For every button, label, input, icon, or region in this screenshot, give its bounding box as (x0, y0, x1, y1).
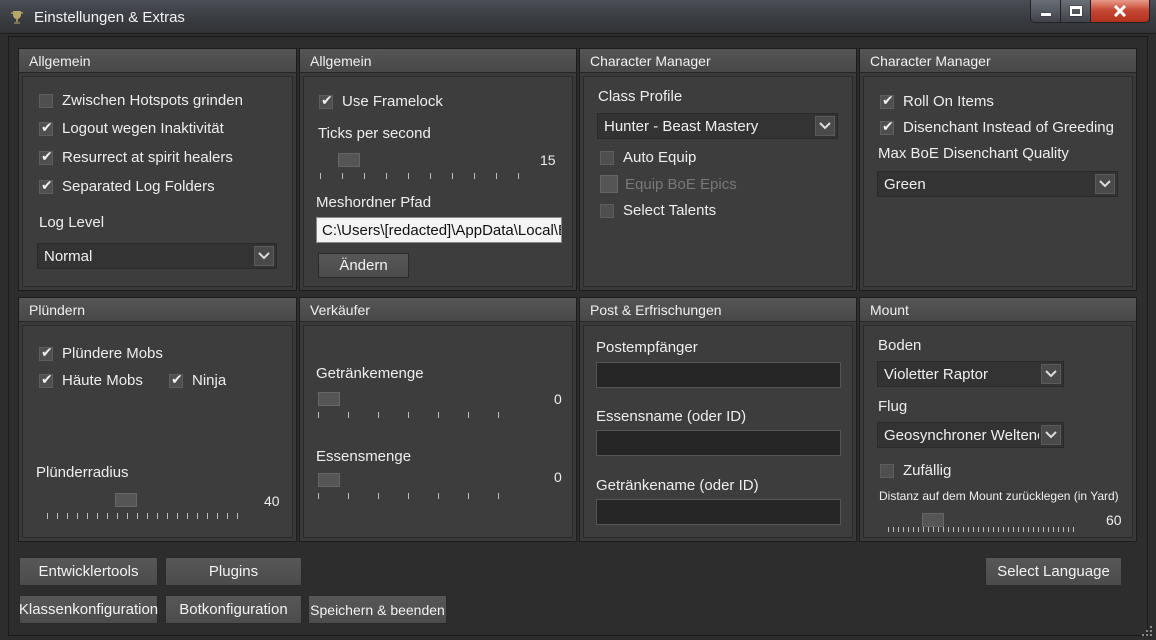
mesh-folder-label: Meshordner Pfad (316, 194, 432, 211)
panel-header: Allgemein (19, 49, 296, 73)
developer-tools-button[interactable]: Entwicklertools (19, 557, 158, 586)
random-mount-checkbox[interactable]: Zufällig (880, 462, 951, 479)
drink-amount-label: Getränkemenge (316, 365, 424, 382)
select-language-button[interactable]: Select Language (985, 557, 1122, 586)
title-bar: Einstellungen & Extras (0, 0, 1156, 34)
food-amount-slider[interactable] (318, 473, 528, 503)
roll-on-items-checkbox[interactable]: Roll On Items (880, 93, 994, 110)
ticks-per-second-slider[interactable] (320, 153, 520, 183)
minimize-icon (1040, 13, 1051, 16)
loot-radius-label: Plünderradius (36, 464, 129, 481)
slider-thumb[interactable] (338, 153, 360, 167)
ground-mount-label: Boden (878, 337, 922, 354)
mail-refreshments-panel: Post & Erfrischungen Postempfänger Essen… (579, 297, 857, 542)
window-controls (1030, 0, 1150, 23)
loot-mobs-checkbox[interactable]: Plündere Mobs (39, 345, 163, 362)
panel-header: Post & Erfrischungen (580, 298, 856, 322)
slider-thumb[interactable] (115, 493, 137, 507)
trophy-icon (11, 11, 23, 24)
food-amount-value: 0 (554, 469, 562, 485)
ticks-per-second-value: 15 (540, 152, 556, 168)
chevron-down-icon (1041, 425, 1061, 445)
flying-mount-label: Flug (878, 398, 908, 415)
mount-distance-label: Distanz auf dem Mount zurücklegen (in Ya… (879, 489, 1119, 503)
close-button[interactable] (1091, 0, 1149, 22)
drink-name-label: Getränkename (oder ID) (596, 477, 759, 494)
panel-header: Character Manager (860, 49, 1136, 73)
resize-grip-icon[interactable] (1142, 626, 1152, 636)
mail-recipient-label: Postempfänger (596, 339, 698, 356)
chevron-down-icon (254, 246, 274, 266)
panel-header: Mount (860, 298, 1136, 322)
drink-name-field[interactable] (596, 499, 841, 525)
mount-panel: Mount Boden Violetter Raptor Flug Geosyn… (859, 297, 1137, 542)
skin-mobs-checkbox[interactable]: Häute Mobs (39, 372, 143, 389)
grind-between-hotspots-checkbox[interactable]: Zwischen Hotspots grinden (39, 92, 243, 109)
food-amount-label: Essensmenge (316, 448, 412, 465)
mount-distance-slider[interactable] (888, 513, 1078, 543)
auto-equip-checkbox[interactable]: Auto Equip (600, 149, 696, 166)
close-icon (1113, 5, 1127, 17)
slider-thumb[interactable] (922, 513, 944, 527)
separated-log-folders-checkbox[interactable]: Separated Log Folders (39, 178, 215, 195)
ticks-per-second-label: Ticks per second (318, 125, 431, 142)
equip-boe-epics-checkbox[interactable]: Equip BoE Epics (600, 175, 737, 193)
panel-header: Character Manager (580, 49, 856, 73)
loot-radius-slider[interactable] (47, 493, 247, 523)
logout-inactivity-checkbox[interactable]: Logout wegen Inaktivität (39, 120, 224, 137)
max-boe-quality-label: Max BoE Disenchant Quality (878, 145, 1069, 162)
panel-header: Plündern (19, 298, 296, 322)
save-and-exit-button[interactable]: Speichern & beenden (308, 595, 447, 624)
food-name-label: Essensname (oder ID) (596, 408, 747, 425)
class-profile-select[interactable]: Hunter - Beast Mastery (597, 113, 838, 139)
chevron-down-icon (1095, 174, 1115, 194)
panel-header: Allgemein (300, 49, 576, 73)
chevron-down-icon (815, 116, 835, 136)
panel-header: Verkäufer (300, 298, 576, 322)
mesh-folder-path-field[interactable]: C:\Users\[redacted]\AppData\Local\B (316, 217, 562, 243)
log-level-select[interactable]: Normal (37, 243, 277, 269)
loot-panel: Plündern Plündere Mobs Häute Mobs Ninja … (18, 297, 297, 542)
resurrect-spirit-healers-checkbox[interactable]: Resurrect at spirit healers (39, 149, 233, 166)
ground-mount-select[interactable]: Violetter Raptor (877, 361, 1064, 387)
max-boe-quality-select[interactable]: Green (877, 171, 1118, 197)
ninja-checkbox[interactable]: Ninja (169, 372, 226, 389)
change-mesh-folder-button[interactable]: Ändern (318, 253, 409, 278)
character-manager-panel-2: Character Manager Roll On Items Disencha… (859, 48, 1137, 291)
drink-amount-value: 0 (554, 391, 562, 407)
minimize-button[interactable] (1031, 0, 1061, 22)
slider-thumb[interactable] (318, 473, 340, 487)
mount-distance-value: 60 (1106, 512, 1122, 528)
log-level-label: Log Level (39, 214, 105, 231)
drink-amount-slider[interactable] (318, 392, 528, 422)
maximize-button[interactable] (1061, 0, 1091, 22)
class-profile-label: Class Profile (598, 88, 683, 105)
select-talents-checkbox[interactable]: Select Talents (600, 202, 716, 219)
use-framelock-checkbox[interactable]: Use Framelock (319, 93, 443, 110)
window-title: Einstellungen & Extras (34, 9, 185, 26)
flying-mount-select[interactable]: Geosynchroner Weltenc (877, 422, 1064, 448)
chevron-down-icon (1041, 364, 1061, 384)
plugins-button[interactable]: Plugins (165, 557, 302, 586)
class-config-button[interactable]: Klassenkonfiguration (19, 595, 158, 624)
slider-thumb[interactable] (318, 392, 340, 406)
disenchant-instead-checkbox[interactable]: Disenchant Instead of Greeding (880, 119, 1114, 136)
bot-config-button[interactable]: Botkonfiguration (165, 595, 302, 624)
general-panel-2: Allgemein Use Framelock Ticks per second… (299, 48, 577, 291)
food-name-field[interactable] (596, 430, 841, 456)
character-manager-panel: Character Manager Class Profile Hunter -… (579, 48, 857, 291)
mail-recipient-field[interactable] (596, 362, 841, 388)
loot-radius-value: 40 (264, 493, 280, 509)
general-panel: Allgemein Zwischen Hotspots grinden Logo… (18, 48, 297, 291)
maximize-icon (1069, 6, 1082, 16)
vendor-panel: Verkäufer Getränkemenge 0 Essensmenge 0 (299, 297, 577, 542)
